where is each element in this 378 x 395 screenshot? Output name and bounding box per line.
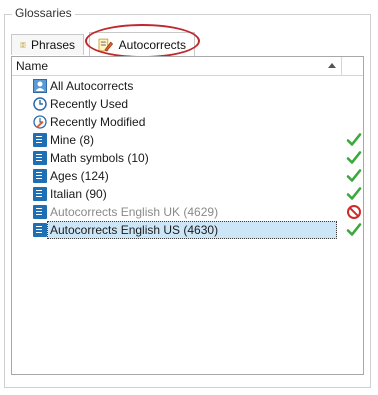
checkmark-icon: [346, 133, 362, 146]
sort-ascending-icon: [328, 63, 336, 68]
list-item-label: Mine (8): [50, 133, 95, 147]
list-item[interactable]: Recently Modified: [12, 113, 363, 131]
checkmark-icon: [346, 187, 362, 200]
glossary-list[interactable]: Name All Autocorrects Recently Used Rece…: [11, 56, 364, 375]
glossary-book-icon: [33, 223, 47, 237]
list-item-label: Math symbols (10): [50, 151, 149, 165]
phrases-icon: [20, 42, 26, 48]
list-item[interactable]: Math symbols (10): [12, 149, 363, 167]
list-item-label: Ages (124): [50, 169, 109, 183]
group-title: Glossaries: [12, 6, 75, 20]
checkmark-icon: [346, 169, 362, 182]
tab-autocorrects[interactable]: Autocorrects: [89, 32, 195, 56]
glossary-book-icon: [33, 187, 47, 201]
tab-phrases[interactable]: Phrases: [11, 34, 84, 55]
list-item-label: Autocorrects English US (4630): [47, 221, 337, 239]
list-item[interactable]: Recently Used: [12, 95, 363, 113]
list-item-label: Italian (90): [50, 187, 107, 201]
autocorrects-icon: [98, 38, 114, 51]
contacts-icon: [33, 79, 47, 93]
list-item[interactable]: Mine (8): [12, 131, 363, 149]
list-item-selected[interactable]: Autocorrects English US (4630): [12, 221, 363, 239]
recent-modified-icon: [33, 115, 47, 129]
tab-autocorrects-label: Autocorrects: [118, 37, 186, 52]
column-header-label: Name: [16, 59, 49, 73]
glossary-book-icon: [33, 133, 47, 147]
list-item[interactable]: Autocorrects English UK (4629): [12, 203, 363, 221]
glossary-book-icon: [33, 205, 47, 219]
list-item[interactable]: Ages (124): [12, 167, 363, 185]
checkmark-icon: [346, 223, 362, 236]
blocked-icon: [347, 205, 361, 219]
list-item-label: Recently Used: [50, 97, 129, 111]
glossary-book-icon: [33, 151, 47, 165]
list-item-label: All Autocorrects: [50, 79, 134, 93]
tab-phrases-label: Phrases: [30, 38, 75, 52]
list-item-label: Autocorrects English UK (4629): [50, 205, 219, 219]
list-item[interactable]: Italian (90): [12, 185, 363, 203]
glossary-book-icon: [33, 169, 47, 183]
checkmark-icon: [346, 151, 362, 164]
clock-icon: [33, 97, 47, 111]
list-item[interactable]: All Autocorrects: [12, 77, 363, 95]
column-header-name[interactable]: Name: [12, 57, 342, 75]
list-header: Name: [12, 57, 363, 76]
list-item-label: Recently Modified: [50, 115, 146, 129]
